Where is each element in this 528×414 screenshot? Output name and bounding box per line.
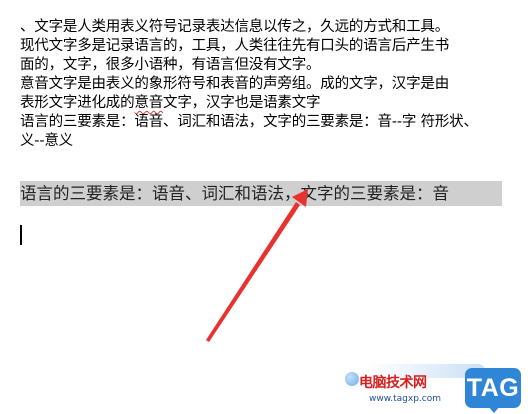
document-text-body[interactable]: 、文字是人类用表义符号记录表达信息以传之，久远的方式和工具。 现代文字多是记录语… xyxy=(20,18,515,151)
arrow-shaft xyxy=(206,202,300,342)
document-page[interactable]: 、文字是人类用表义符号记录表达信息以传之，久远的方式和工具。 现代文字多是记录语… xyxy=(0,0,528,414)
watermark-url: www.tagxp.com xyxy=(369,394,441,404)
text-line-5: 表形文字进化成的意音文字，汉字也是语素文字 xyxy=(20,94,515,113)
text-line-7: 义--意义 xyxy=(20,133,73,149)
text-line-5-end: 文字，汉字也是语素文字 xyxy=(163,95,321,111)
text-line-4: 意音文字是由表义的象形符号和表音的声旁组。成的文字，汉字是由 xyxy=(20,76,449,92)
text-line-3: 面的，文字，很多小语种，有语言但没有文字。 xyxy=(20,57,321,73)
globe-icon xyxy=(345,372,359,386)
text-line-2: 现代文字多是记录语言的，工具，人类往往先有口头的语言后产生书 xyxy=(20,38,449,54)
tag-logo-badge: TAG xyxy=(465,368,521,408)
text-line-6: 语言的三要素是：语音、词汇和语法，文字的三要素是：音--字 符形状、 xyxy=(20,114,478,130)
watermark-site-name: 电脑技术网 xyxy=(359,375,427,391)
spellcheck-flagged-word[interactable]: 意音 xyxy=(134,95,163,111)
text-cursor xyxy=(20,225,22,245)
tag-logo-tail xyxy=(488,406,500,413)
text-line-5-start: 表形文字进化成的 xyxy=(20,95,135,111)
selected-text-line[interactable]: 语言的三要素是：语音、词汇和语法，文字的三要素是：音 xyxy=(20,181,502,206)
site-watermark: 电脑技术网 www.tagxp.com TAG xyxy=(345,362,528,414)
text-line-1: 、文字是人类用表义符号记录表达信息以传之，久远的方式和工具。 xyxy=(20,19,449,35)
